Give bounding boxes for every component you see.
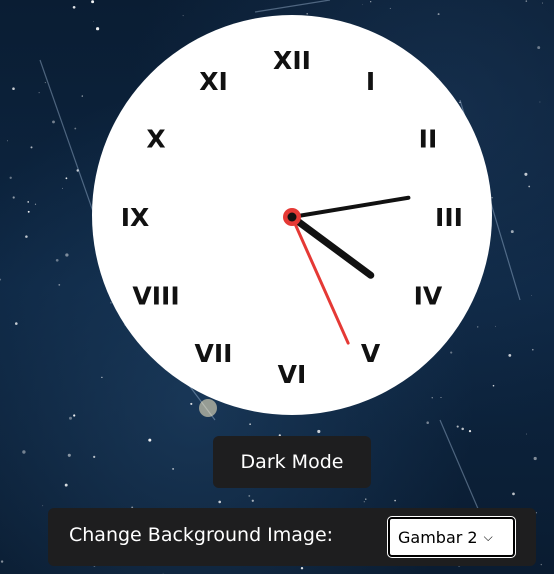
numeral-v: V: [361, 339, 381, 368]
chevron-down-icon: ⌵: [483, 529, 493, 544]
numeral-vi: VI: [278, 360, 307, 389]
clock-dial: XIIIIIIIIIVVVIVIIVIIIIXXXI: [121, 46, 463, 389]
numeral-viii: VIII: [132, 282, 179, 311]
minute-hand: [290, 195, 411, 219]
background-selector-panel: Change Background Image: Gambar 2 ⌵: [48, 508, 536, 566]
numeral-iv: IV: [414, 282, 443, 311]
background-select[interactable]: Gambar 2 ⌵: [388, 517, 515, 557]
numeral-vii: VII: [195, 339, 233, 368]
clock-face: XII I II III IV V VI VII VIII IX X XI: [92, 15, 492, 415]
center-cap-inner: [287, 212, 297, 222]
numeral-xi: XI: [199, 67, 228, 96]
background-select-value: Gambar 2: [398, 527, 478, 547]
dark-mode-button[interactable]: Dark Mode: [213, 436, 371, 488]
numeral-iii: III: [435, 203, 463, 232]
numeral-xii: XII: [273, 46, 311, 75]
numeral-x: X: [146, 125, 165, 154]
numeral-i: I: [366, 67, 375, 96]
numeral-ix: IX: [121, 203, 150, 232]
numeral-ii: II: [419, 125, 438, 154]
background-label: Change Background Image:: [69, 524, 334, 546]
